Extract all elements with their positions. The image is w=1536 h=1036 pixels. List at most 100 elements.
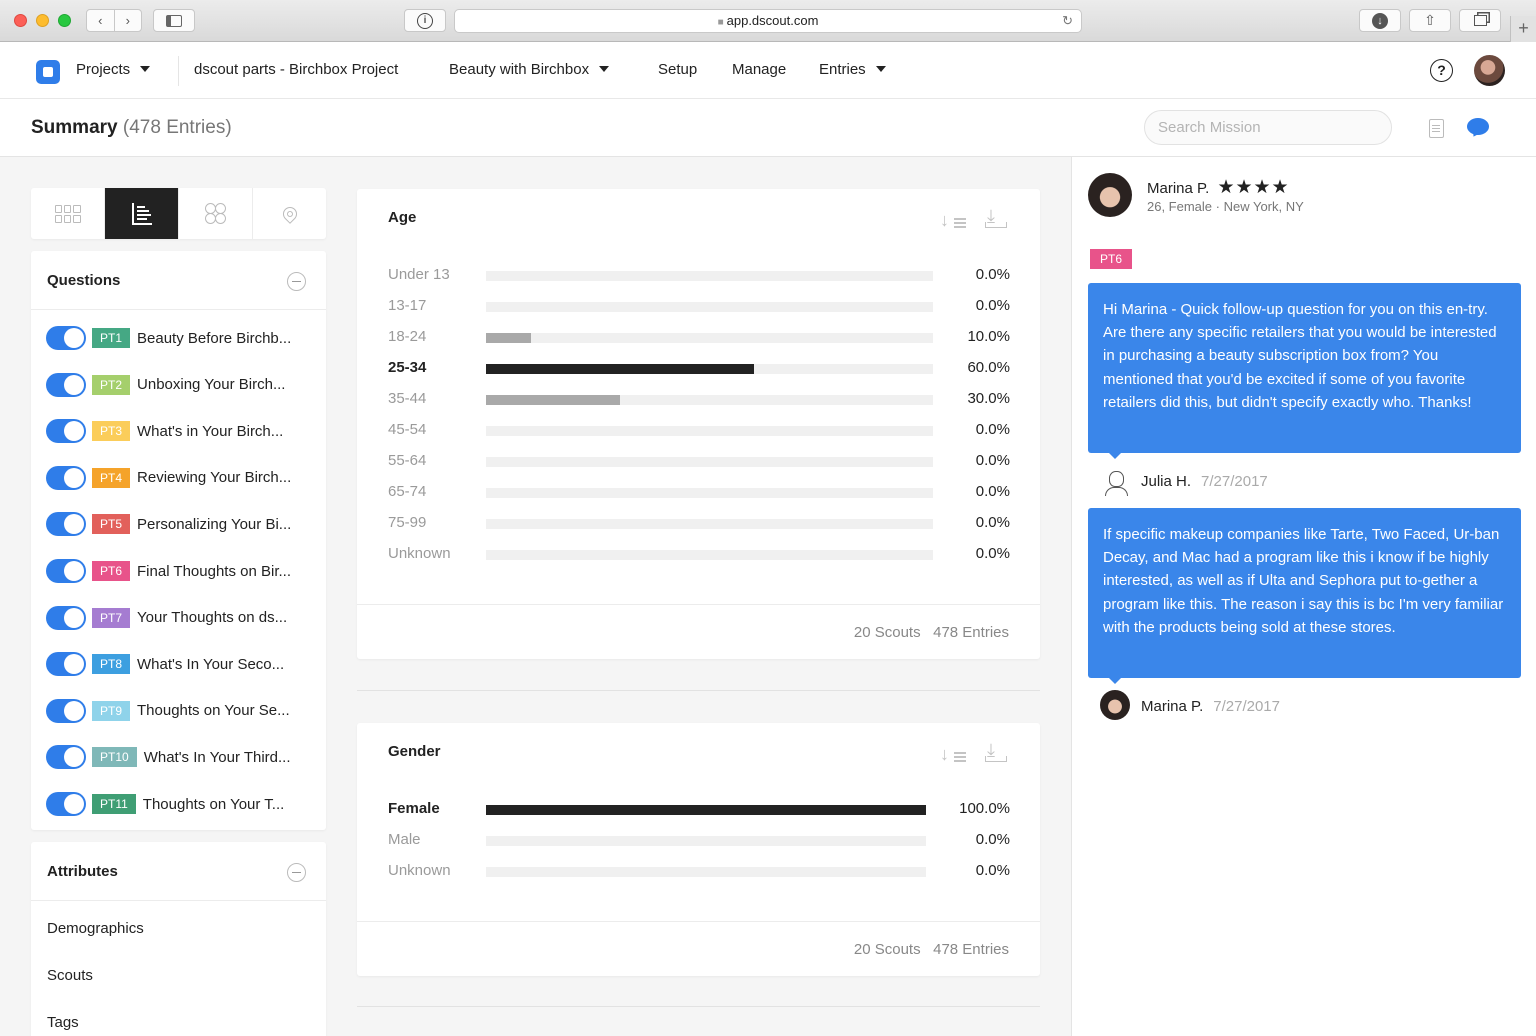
question-toggle[interactable] xyxy=(46,419,86,444)
question-toggle[interactable] xyxy=(46,745,86,770)
question-label[interactable]: What's In Your Third... xyxy=(144,749,291,766)
sidebar-icon xyxy=(166,14,182,27)
bar-track xyxy=(486,364,933,374)
bar-row: Under 13 0.0% xyxy=(388,266,1010,286)
question-label[interactable]: Final Thoughts on Bir... xyxy=(137,563,291,580)
question-row-pt5[interactable]: PT5 Personalizing Your Bi... xyxy=(46,511,291,537)
sidebar-toggle-button[interactable] xyxy=(153,9,195,32)
bar-track xyxy=(486,426,933,436)
scout-avatar[interactable] xyxy=(1088,173,1132,217)
question-label[interactable]: Unboxing Your Birch... xyxy=(137,376,285,393)
question-toggle[interactable] xyxy=(46,326,86,350)
question-label[interactable]: Thoughts on Your T... xyxy=(143,796,285,813)
bar-track xyxy=(486,836,926,846)
question-label[interactable]: Thoughts on Your Se... xyxy=(137,702,290,719)
tab-map-view[interactable] xyxy=(253,188,326,239)
tab-cluster-view[interactable] xyxy=(179,188,253,239)
entries-total: 478 Entries xyxy=(933,941,1009,958)
setup-link[interactable]: Setup xyxy=(658,61,697,78)
map-pin-icon xyxy=(279,203,300,224)
project-name[interactable]: dscout parts - Birchbox Project xyxy=(194,61,398,78)
attribute-demographics[interactable]: Demographics xyxy=(47,920,144,937)
tab-grid-view[interactable] xyxy=(31,188,105,239)
bar xyxy=(486,333,531,343)
scout-avatar xyxy=(1100,690,1130,720)
user-avatar[interactable] xyxy=(1474,55,1505,86)
message-author: Julia H. 7/27/2017 xyxy=(1141,473,1268,490)
entries-total: 478 Entries xyxy=(933,624,1009,641)
document-icon[interactable] xyxy=(1429,119,1444,138)
mission-menu[interactable]: Beauty with Birchbox xyxy=(449,61,610,78)
question-row-pt3[interactable]: PT3 What's in Your Birch... xyxy=(46,418,283,444)
question-row-pt9[interactable]: PT9 Thoughts on Your Se... xyxy=(46,698,290,724)
tabs-overview-button[interactable] xyxy=(1459,9,1501,32)
scout-meta: 26, Female · New York, NY xyxy=(1147,199,1304,214)
question-toggle[interactable] xyxy=(46,698,86,723)
scout-name[interactable]: Marina P. xyxy=(1147,180,1209,197)
bar-value: 0.0% xyxy=(975,297,1010,314)
share-button[interactable]: ⇧ xyxy=(1409,9,1451,32)
question-label[interactable]: Your Thoughts on ds... xyxy=(137,609,287,626)
star-rating[interactable]: ★★★★ xyxy=(1217,177,1289,198)
sort-icon[interactable] xyxy=(940,210,970,231)
address-bar[interactable]: ■ app.dscout.com ↻ xyxy=(454,9,1082,33)
dscout-logo[interactable] xyxy=(36,60,60,84)
section-divider xyxy=(357,690,1040,691)
attribute-tags[interactable]: Tags xyxy=(47,1014,79,1031)
minimize-window-button[interactable] xyxy=(36,14,49,27)
julia-avatar-icon xyxy=(1102,467,1130,496)
chart-title: Gender xyxy=(388,743,441,760)
question-label[interactable]: What's in Your Birch... xyxy=(137,423,283,440)
entries-menu[interactable]: Entries xyxy=(819,61,886,78)
tab-chart-view[interactable] xyxy=(105,188,179,239)
question-row-pt10[interactable]: PT10 What's In Your Third... xyxy=(46,744,291,770)
projects-menu[interactable]: Projects xyxy=(76,61,151,78)
search-mission-input[interactable] xyxy=(1144,110,1392,145)
downloads-button[interactable]: ↓ xyxy=(1359,9,1401,32)
question-toggle[interactable] xyxy=(46,372,86,397)
question-toggle[interactable] xyxy=(46,559,86,583)
help-icon[interactable]: ? xyxy=(1430,59,1453,82)
question-toggle[interactable] xyxy=(46,792,86,816)
collapse-icon[interactable] xyxy=(287,272,306,291)
question-toggle[interactable] xyxy=(46,605,86,630)
chart-footer: 20 Scouts 478 Entries xyxy=(357,921,1040,976)
question-label[interactable]: Beauty Before Birchb... xyxy=(137,330,291,347)
question-row-pt6[interactable]: PT6 Final Thoughts on Bir... xyxy=(46,558,291,584)
bar-track xyxy=(486,867,926,877)
attribute-scouts[interactable]: Scouts xyxy=(47,967,93,984)
question-label[interactable]: Reviewing Your Birch... xyxy=(137,469,291,486)
bar-value: 30.0% xyxy=(967,390,1010,407)
question-row-pt4[interactable]: PT4 Reviewing Your Birch... xyxy=(46,465,291,491)
zoom-window-button[interactable] xyxy=(58,14,71,27)
collapse-icon[interactable] xyxy=(287,863,306,882)
sort-icon[interactable] xyxy=(940,744,970,765)
download-icon[interactable] xyxy=(985,206,1007,230)
close-window-button[interactable] xyxy=(14,14,27,27)
view-tabs xyxy=(31,188,326,239)
manage-link[interactable]: Manage xyxy=(732,61,786,78)
question-label[interactable]: Personalizing Your Bi... xyxy=(137,516,291,533)
question-toggle[interactable] xyxy=(46,652,86,677)
bar-row: Unknown 0.0% xyxy=(388,862,1010,882)
question-row-pt7[interactable]: PT7 Your Thoughts on ds... xyxy=(46,605,287,631)
bar-value: 0.0% xyxy=(975,266,1010,283)
back-icon[interactable]: ‹ xyxy=(87,13,114,28)
app-navbar: Projects dscout parts - Birchbox Project… xyxy=(0,42,1536,99)
reload-icon[interactable]: ↻ xyxy=(1062,10,1073,32)
question-toggle[interactable] xyxy=(46,465,86,490)
bar-row: 13-17 0.0% xyxy=(388,297,1010,317)
question-row-pt1[interactable]: PT1 Beauty Before Birchb... xyxy=(46,325,291,351)
bar-row: Unknown 0.0% xyxy=(388,545,1010,565)
part-badge: PT4 xyxy=(92,467,131,488)
download-icon[interactable] xyxy=(985,740,1007,764)
forward-icon[interactable]: › xyxy=(115,13,142,28)
chat-icon[interactable] xyxy=(1467,118,1489,135)
question-row-pt8[interactable]: PT8 What's In Your Seco... xyxy=(46,651,284,677)
question-row-pt2[interactable]: PT2 Unboxing Your Birch... xyxy=(46,372,285,398)
question-row-pt11[interactable]: PT11 Thoughts on Your T... xyxy=(46,791,284,817)
question-toggle[interactable] xyxy=(46,512,86,537)
reader-button[interactable]: i xyxy=(404,9,446,32)
question-label[interactable]: What's In Your Seco... xyxy=(137,656,284,673)
new-tab-button[interactable]: + xyxy=(1510,16,1536,42)
